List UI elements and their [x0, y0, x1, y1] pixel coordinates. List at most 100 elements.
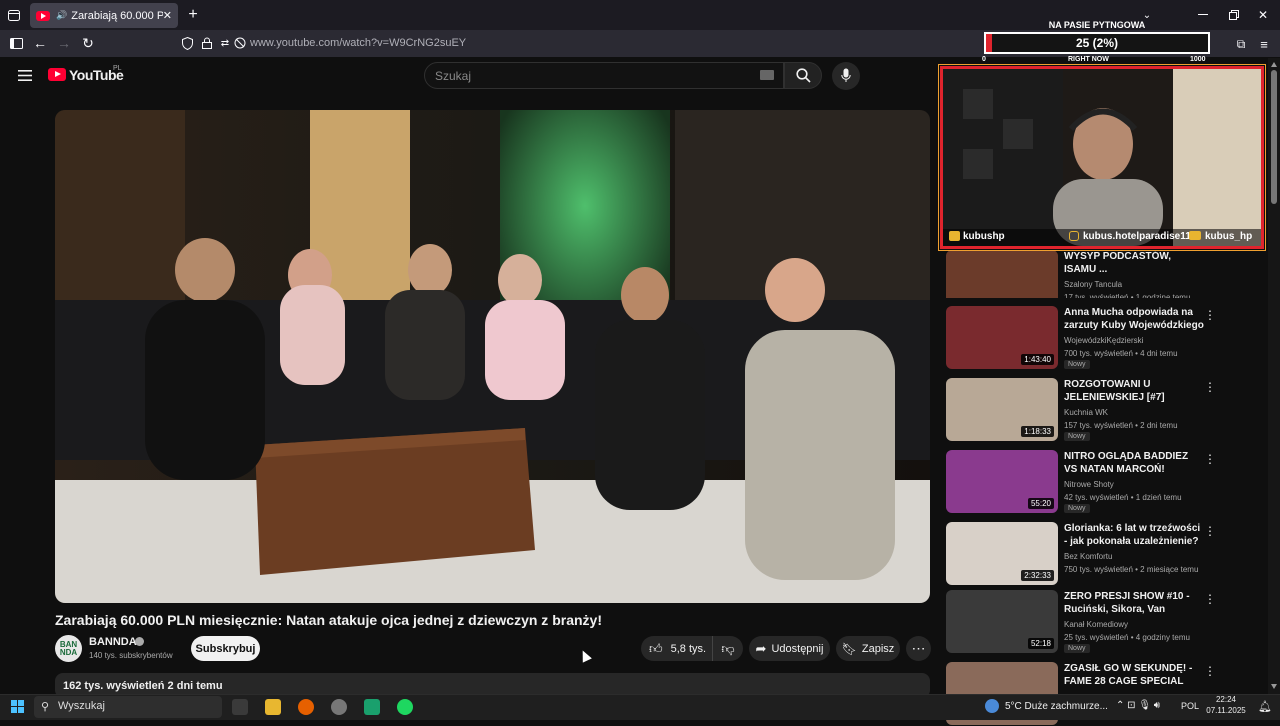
recommendation-menu-icon[interactable]: ⋮	[1204, 664, 1216, 678]
hamburger-menu-icon[interactable]	[16, 68, 34, 82]
windows-start-icon[interactable]	[11, 700, 24, 713]
recommendation-meta: 25 tys. wyświetleń • 4 godziny temu	[1064, 633, 1190, 642]
recommendation-channel[interactable]: Bez Komfortu	[1064, 552, 1112, 561]
recommendation-title[interactable]: WYSYP PODCASTÓW, ISAMU ...	[1064, 250, 1204, 276]
clock-time[interactable]: 22:24	[1206, 695, 1246, 704]
recommendation-title[interactable]: NITRO OGLĄDA BADDIEZ VS NATAN MARCOŃ! *M…	[1064, 450, 1204, 477]
menu-icon[interactable]: ≡	[1256, 36, 1272, 52]
recommendation-channel[interactable]: WojewódzkiKędzierski	[1064, 336, 1143, 345]
lock-icon[interactable]	[200, 36, 214, 50]
app-icon[interactable]	[331, 699, 347, 715]
weather-icon[interactable]	[985, 699, 999, 713]
weather-text[interactable]: 5°C Duże zachmurze...	[1005, 701, 1108, 712]
save-button[interactable]: 🔖︎ Zapisz	[836, 636, 900, 661]
recommendation-thumbnail[interactable]: 1:51:26	[946, 250, 1058, 298]
recommendation-channel[interactable]: Szalony Tancula	[1064, 280, 1122, 289]
overlay-goal-bar: 25 (2%)	[984, 32, 1210, 54]
speaker-icon[interactable]: 🔊	[56, 10, 67, 21]
video-player[interactable]	[55, 110, 930, 603]
recommendation-title[interactable]: Anna Mucha odpowiada na zarzuty Kuby Woj…	[1064, 306, 1204, 333]
recommendation-thumbnail[interactable]: 55:20	[946, 450, 1058, 513]
subscribe-button[interactable]: Subskrybuj	[191, 636, 260, 661]
recommendation-channel[interactable]: Kuchnia WK	[1064, 408, 1108, 417]
recommendation-channel[interactable]: Kanał Komediowy	[1064, 620, 1128, 629]
recommendation-title[interactable]: ROZGOTOWANI U JELENIEWSKIEJ [#7]	[1064, 378, 1204, 404]
permissions-icon[interactable]: ⇄	[218, 36, 232, 50]
close-tab-icon[interactable]: ✕	[163, 9, 172, 22]
scroll-up-icon[interactable]	[1271, 62, 1277, 67]
youtube-small-icon	[1189, 231, 1201, 240]
recommendation-duration: 52:18	[1027, 638, 1054, 649]
sidebar-toggle-icon[interactable]	[8, 36, 24, 50]
back-icon[interactable]: ←	[32, 35, 48, 51]
app-green-icon[interactable]	[364, 699, 380, 715]
recommendation-menu-icon[interactable]: ⋮	[1204, 452, 1216, 466]
recommendation-item[interactable]: 1:18:33 ROZGOTOWANI U JELENIEWSKIEJ [#7] K…	[946, 378, 1266, 442]
restore-window-icon[interactable]	[1227, 8, 1241, 22]
new-tab-button[interactable]: +	[185, 6, 201, 23]
spotify-icon[interactable]	[397, 699, 413, 715]
tab-list-icon[interactable]	[6, 8, 22, 22]
channel-name[interactable]: BANNDA	[89, 636, 137, 648]
recommendation-channel[interactable]: Nitrowe Shoty	[1064, 480, 1114, 489]
close-window-icon[interactable]: ✕	[1256, 8, 1270, 22]
share-button[interactable]: ➦ Udostępnij	[749, 636, 830, 661]
tab-title: Zarabiają 60.000 PLN miesię	[71, 9, 163, 22]
search-input[interactable]: Szukaj	[424, 62, 784, 89]
recommendation-thumbnail[interactable]: 1:18:33	[946, 378, 1058, 441]
scrollbar-thumb[interactable]	[1271, 70, 1277, 204]
overlay-goal-value: 25 (2%)	[1075, 36, 1119, 50]
recommendation-title[interactable]: ZGASIŁ GO W SEKUNDĘ! - FAME 28 CAGE SPEC…	[1064, 662, 1204, 689]
recommendation-title[interactable]: Glorianka: 6 lat w trzeźwości - jak poko…	[1064, 522, 1204, 548]
recommendation-thumbnail[interactable]: 1:43:40	[946, 306, 1058, 369]
reload-icon[interactable]: ↻	[80, 35, 96, 51]
forward-icon[interactable]: →	[56, 35, 72, 51]
clock-date[interactable]: 07.11.2025	[1202, 706, 1250, 715]
recommendation-item[interactable]: 52:18 ZERO PRESJI SHOW #10 - Ruciński, Si…	[946, 590, 1266, 654]
task-view-icon[interactable]	[232, 699, 248, 715]
search-button[interactable]	[784, 62, 822, 89]
more-actions-button[interactable]: ⋯	[906, 636, 931, 661]
twitter-icon	[949, 231, 960, 241]
notifications-icon[interactable]: 🔔︎	[1258, 700, 1272, 713]
url-bar[interactable]: www.youtube.com/watch?v=W9CrNG2suEY	[250, 37, 466, 49]
recommendation-duration: 2:32:33	[1021, 570, 1054, 581]
mouse-cursor-icon	[578, 648, 592, 663]
page-scrollbar[interactable]	[1268, 58, 1280, 694]
recommendation-duration: 55:20	[1027, 498, 1054, 509]
recommendation-title[interactable]: ZERO PRESJI SHOW #10 - Ruciński, Sikora,…	[1064, 590, 1204, 617]
recommendation-meta: 700 tys. wyświetleń • 4 dni temu	[1064, 349, 1178, 358]
voice-search-button[interactable]	[832, 62, 860, 90]
tray-icons[interactable]: ⌃ ⊡ 🎙︎ 🔊︎	[1116, 700, 1160, 711]
share-icon: ➦	[755, 640, 767, 656]
keyboard-icon[interactable]	[760, 70, 774, 80]
shield-icon[interactable]	[180, 36, 194, 50]
dislike-button[interactable]: 👎︎	[712, 636, 743, 661]
recommendation-menu-icon[interactable]: ⋮	[1204, 592, 1216, 606]
overlay-goal-max: 1000	[1190, 56, 1206, 63]
recommendation-item[interactable]: 55:20 NITRO OGLĄDA BADDIEZ VS NATAN MARCO…	[946, 450, 1266, 514]
recommendation-thumbnail[interactable]: 52:18	[946, 590, 1058, 653]
autoplay-blocked-icon[interactable]	[233, 36, 247, 50]
youtube-logo-icon[interactable]	[48, 68, 66, 81]
recommendation-meta: 42 tys. wyświetleń • 1 dzień temu	[1064, 493, 1182, 502]
recommendation-item[interactable]: 1:43:40 Anna Mucha odpowiada na zarzuty K…	[946, 306, 1266, 370]
extensions-icon[interactable]: ⧉	[1233, 36, 1249, 52]
channel-avatar-text: BAN NDA	[59, 639, 78, 657]
scroll-down-icon[interactable]	[1271, 684, 1277, 689]
recommendation-menu-icon[interactable]: ⋮	[1204, 524, 1216, 538]
channel-avatar[interactable]: BAN NDA	[55, 635, 82, 662]
firefox-icon[interactable]	[298, 699, 314, 715]
recommendation-item[interactable]: 2:32:33 Glorianka: 6 lat w trzeźwości - j…	[946, 522, 1266, 586]
recommendation-item[interactable]: 1:51:26WYSYP PODCASTÓW, ISAMU ... Szalony…	[946, 250, 1266, 298]
recommendation-thumbnail[interactable]: 2:32:33	[946, 522, 1058, 585]
language-indicator[interactable]: POL	[1181, 701, 1199, 711]
taskbar-search[interactable]: Wyszukaj	[34, 696, 222, 718]
browser-tab-active[interactable]: 🔊 Zarabiają 60.000 PLN miesię ✕	[30, 3, 178, 28]
like-button[interactable]: 👍︎ 5,8 tys.	[641, 636, 712, 661]
recommendation-menu-icon[interactable]: ⋮	[1204, 308, 1216, 322]
file-explorer-icon[interactable]	[265, 699, 281, 715]
verified-badge-icon	[135, 637, 144, 646]
views-line: 162 tys. wyświetleń 2 dni temu	[63, 680, 223, 692]
recommendation-menu-icon[interactable]: ⋮	[1204, 380, 1216, 394]
